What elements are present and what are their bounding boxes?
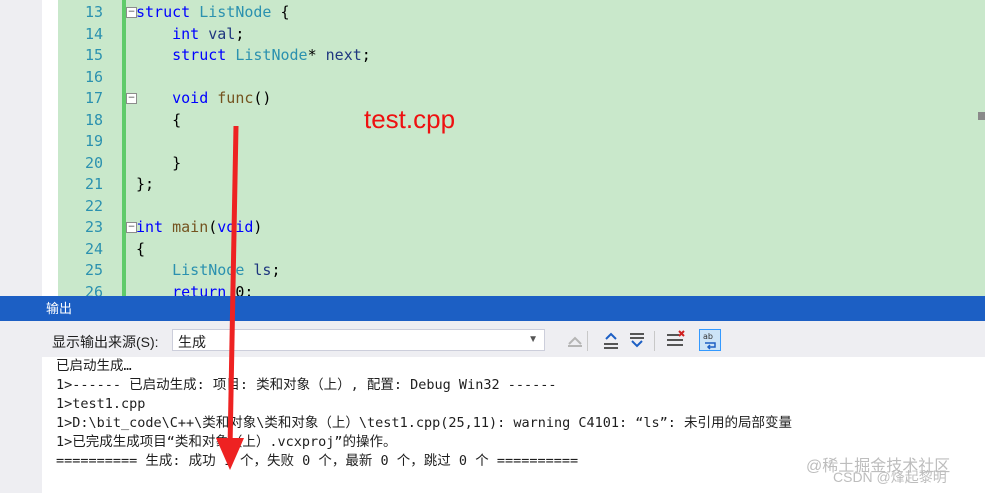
- code-line: 23− int main(void): [0, 217, 985, 239]
- code-line: 21};: [0, 174, 985, 196]
- code-line: 25 ListNode ls;: [0, 260, 985, 282]
- toolbar-separator: [654, 331, 655, 351]
- word-wrap-icon[interactable]: ab: [699, 329, 721, 351]
- code-text: {: [136, 239, 146, 258]
- output-toolbar: 显示输出来源(S): 生成 ▼ ab: [0, 321, 985, 357]
- code-text: {: [136, 110, 182, 129]
- code-line: 17− void func(): [0, 88, 985, 110]
- source-select[interactable]: 生成 ▼: [172, 329, 545, 351]
- output-panel-title: 输出: [46, 301, 73, 316]
- go-to-location-icon[interactable]: [564, 329, 586, 351]
- output-line: 1>D:\bit_code\C++\类和对象\类和对象（上）\test1.cpp…: [56, 415, 793, 431]
- code-text: void func(): [172, 89, 272, 107]
- output-line: 1>已完成生成项目“类和对象（上）.vcxproj”的操作。: [56, 434, 397, 450]
- source-select-value: 生成: [178, 334, 206, 350]
- previous-message-icon[interactable]: [600, 329, 622, 351]
- code-text: }: [136, 153, 182, 172]
- next-message-icon[interactable]: [626, 329, 648, 351]
- line-number: 24: [84, 239, 103, 258]
- code-line: 15 struct ListNode* next;: [0, 45, 985, 67]
- code-line: 24 {: [0, 239, 985, 261]
- watermark-secondary: CSDN @烽起黎明: [833, 469, 947, 485]
- code-editor[interactable]: test.cpp 13− struct ListNode {14 int val;…: [0, 0, 985, 296]
- code-text: ListNode ls;: [172, 261, 281, 279]
- line-number: 18: [84, 110, 103, 129]
- line-number: 23: [84, 218, 103, 236]
- code-text: struct ListNode {: [136, 3, 290, 21]
- output-line: 已启动生成…: [56, 358, 132, 374]
- output-line: 1>------ 已启动生成: 项目: 类和对象（上）, 配置: Debug W…: [56, 377, 557, 393]
- line-number: 25: [84, 261, 103, 279]
- line-number: 16: [84, 67, 103, 86]
- chevron-down-icon[interactable]: ▼: [528, 334, 538, 345]
- clear-all-icon[interactable]: [664, 329, 686, 351]
- line-number: 13: [84, 3, 103, 21]
- line-number: 22: [84, 196, 103, 215]
- output-line: ========== 生成: 成功 1 个，失败 0 个，最新 0 个，跳过 0…: [56, 453, 579, 469]
- code-line: 20 }: [0, 153, 985, 175]
- code-line: 14 int val;: [0, 24, 985, 46]
- line-number: 17: [84, 89, 103, 107]
- code-text: };: [136, 175, 155, 193]
- code-text: struct ListNode* next;: [172, 46, 371, 64]
- line-number: 19: [84, 132, 103, 150]
- code-text: int val;: [172, 24, 245, 43]
- code-line: 13− struct ListNode {: [0, 2, 985, 24]
- output-line: 1>test1.cpp: [56, 396, 146, 412]
- source-label: 显示输出来源(S):: [52, 334, 159, 350]
- code-line: 18 {: [0, 110, 985, 132]
- code-text: int main(void): [136, 218, 263, 236]
- code-line: 22: [0, 196, 985, 218]
- line-number: 14: [84, 24, 103, 43]
- line-number: 20: [84, 153, 103, 172]
- output-panel-header: 输出: [0, 296, 985, 321]
- line-number: 21: [84, 175, 103, 193]
- toolbar-separator: [587, 331, 588, 351]
- code-line: 19: [0, 131, 985, 153]
- line-number: 15: [84, 46, 103, 64]
- line-number: 26: [84, 282, 103, 297]
- code-text: return 0;: [172, 282, 254, 297]
- svg-text:ab: ab: [703, 332, 713, 341]
- code-line: 26 return 0;: [0, 282, 985, 297]
- code-line: 16: [0, 67, 985, 89]
